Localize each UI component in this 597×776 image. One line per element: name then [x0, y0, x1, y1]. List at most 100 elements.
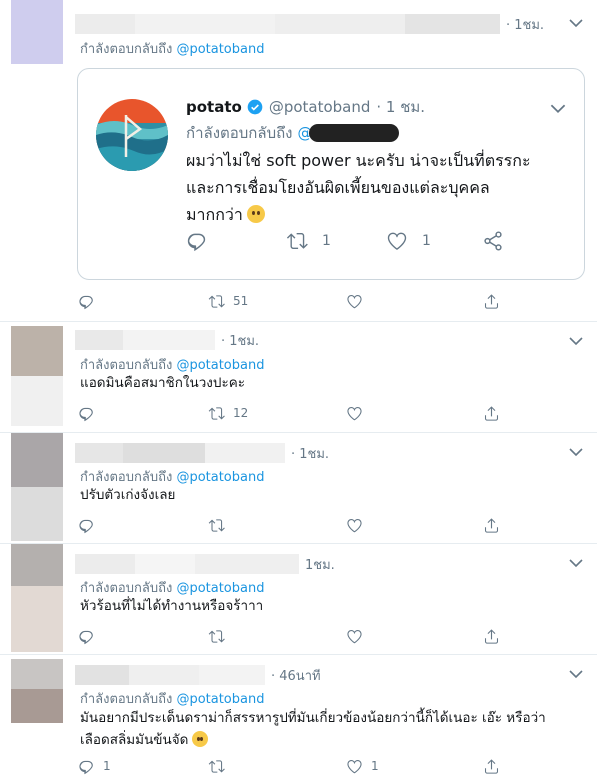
- potato-avatar[interactable]: [96, 99, 168, 171]
- quoted-time[interactable]: · 1 ชม.: [376, 95, 425, 119]
- author-name[interactable]: potato: [186, 98, 242, 116]
- chevron-down-icon[interactable]: [569, 18, 583, 28]
- retweet-button[interactable]: 12: [208, 403, 248, 423]
- retweet-button[interactable]: [208, 626, 225, 646]
- tweet-text: ปรับตัวเก่งจังเลย: [80, 487, 176, 503]
- tweet-item[interactable]: 1ชม. กำลังตอบกลับถึง @potatoband หัวร้อน…: [0, 544, 597, 655]
- avatar[interactable]: [11, 0, 63, 64]
- retweet-count: 12: [233, 406, 249, 420]
- quoted-text: ผมว่าไม่ใช่ soft power นะครับ น่าจะเป็นท…: [186, 147, 531, 228]
- quoted-author[interactable]: potato @potatoband · 1 ชม.: [186, 97, 425, 117]
- like-button[interactable]: [346, 291, 371, 311]
- reply-icon: [78, 628, 95, 645]
- redacted-name: [75, 554, 299, 574]
- reply-handle-link[interactable]: @potatoband: [176, 42, 264, 57]
- chevron-down-icon[interactable]: [569, 558, 583, 568]
- tweet-text-line: มันอยากมีประเด็นดราม่าก็สรรหารูปที่มันเก…: [80, 710, 546, 726]
- reply-button[interactable]: [78, 291, 103, 311]
- tweet-header: · 46นาที: [75, 665, 321, 685]
- tweet-item[interactable]: · 1ชม. กำลังตอบกลับถึง @potatoband แอดมิ…: [0, 322, 597, 433]
- quoted-tweet-card[interactable]: potato @potatoband · 1 ชม. กำลังตอบกลับถ…: [77, 68, 585, 280]
- reply-button[interactable]: 1: [78, 756, 111, 776]
- author-handle[interactable]: @potatoband: [269, 98, 371, 116]
- reply-prefix: กำลังตอบกลับถึง: [186, 124, 293, 142]
- like-button[interactable]: [346, 515, 363, 535]
- share-button[interactable]: [483, 626, 500, 646]
- chevron-down-icon[interactable]: [569, 336, 583, 346]
- like-icon: [386, 230, 408, 252]
- like-icon: [346, 405, 363, 422]
- avatar[interactable]: [11, 659, 63, 723]
- tweet-time[interactable]: · 1ชม.: [291, 443, 329, 464]
- quoted-text-line: ผมว่าไม่ใช่ soft power นะครับ น่าจะเป็นท…: [186, 151, 531, 170]
- avatar[interactable]: [11, 544, 63, 652]
- retweet-button[interactable]: 1: [286, 229, 331, 253]
- retweet-button[interactable]: [208, 515, 225, 535]
- share-icon: [483, 758, 500, 775]
- reply-button[interactable]: [186, 229, 208, 253]
- tweet-item[interactable]: · 1ชม. กำลังตอบกลับถึง @potatoband potat…: [0, 0, 597, 322]
- retweet-button[interactable]: [208, 756, 225, 776]
- avatar[interactable]: [11, 433, 63, 541]
- retweet-button[interactable]: 51: [208, 291, 248, 311]
- chevron-down-icon[interactable]: [550, 103, 566, 114]
- tweet-text: หัวร้อนที่ไม่ได้ทำงานหรือจร้าาา: [80, 598, 264, 614]
- reply-prefix: กำลังตอบกลับถึง: [80, 42, 173, 57]
- tweet-time[interactable]: · 1ชม.: [221, 330, 259, 351]
- tweet-header: · 1ชม.: [75, 330, 259, 350]
- reply-handle-link[interactable]: @potatoband: [176, 470, 264, 485]
- like-button[interactable]: 1: [386, 229, 431, 253]
- share-button[interactable]: [483, 515, 500, 535]
- tweet-actions: [78, 626, 508, 646]
- reply-prefix: กำลังตอบกลับถึง: [80, 692, 173, 707]
- tweet-time[interactable]: · 1ชม.: [506, 14, 544, 35]
- reply-handle-link[interactable]: @potatoband: [176, 581, 264, 596]
- tweet-item[interactable]: · 1ชม. กำลังตอบกลับถึง @potatoband ปรับต…: [0, 433, 597, 544]
- tweet-text-line: เลือดสลิ่มมันข้นจัด: [80, 732, 189, 748]
- reply-prefix: กำลังตอบกลับถึง: [80, 581, 173, 596]
- chevron-down-icon[interactable]: [569, 669, 583, 679]
- tweet-text: มันอยากมีประเด็นดราม่าก็สรรหารูปที่มันเก…: [80, 707, 546, 751]
- pleading-face-emoji-icon: [246, 205, 265, 223]
- share-icon: [482, 230, 504, 252]
- tweet-item[interactable]: · 46นาที กำลังตอบกลับถึง @potatoband มัน…: [0, 655, 597, 776]
- like-button[interactable]: [346, 626, 363, 646]
- reply-button[interactable]: [78, 403, 95, 423]
- retweet-count: 51: [233, 294, 249, 308]
- reply-handle-link[interactable]: @potatoband: [176, 692, 264, 707]
- reply-count: 1: [103, 759, 111, 773]
- reply-context: กำลังตอบกลับถึง @potatoband: [80, 688, 264, 709]
- tweet-time[interactable]: 1ชม.: [305, 554, 335, 575]
- like-count: 1: [371, 759, 379, 773]
- share-button[interactable]: [483, 756, 500, 776]
- tweet-actions: 1 1: [78, 756, 508, 776]
- quoted-text-line: มากกว่า: [186, 205, 243, 224]
- reply-button[interactable]: [78, 626, 95, 646]
- like-icon: [346, 517, 363, 534]
- share-icon: [483, 517, 500, 534]
- share-button[interactable]: [483, 403, 500, 423]
- quoted-actions: 1 1: [186, 229, 586, 253]
- chevron-down-icon[interactable]: [569, 447, 583, 457]
- share-icon: [483, 628, 500, 645]
- retweet-icon: [208, 293, 225, 310]
- redacted-name: [75, 14, 500, 34]
- avatar[interactable]: [11, 326, 63, 426]
- tweet-actions: 51: [78, 291, 508, 311]
- tweet-time[interactable]: · 46นาที: [271, 665, 321, 686]
- quoted-reply-context: กำลังตอบกลับถึง @: [186, 121, 399, 145]
- share-button[interactable]: [482, 229, 504, 253]
- like-icon: [346, 758, 363, 775]
- like-button[interactable]: [346, 403, 363, 423]
- like-icon: [346, 293, 363, 310]
- share-button[interactable]: [483, 291, 500, 311]
- reply-button[interactable]: [78, 515, 95, 535]
- reply-handle-link[interactable]: @potatoband: [176, 358, 264, 373]
- redacted-name: [75, 665, 265, 685]
- tweet-header: 1ชม.: [75, 554, 335, 574]
- share-icon: [483, 293, 500, 310]
- like-count: 1: [422, 233, 431, 249]
- like-button[interactable]: 1: [346, 756, 379, 776]
- retweet-icon: [208, 517, 225, 534]
- retweet-count: 1: [322, 233, 331, 249]
